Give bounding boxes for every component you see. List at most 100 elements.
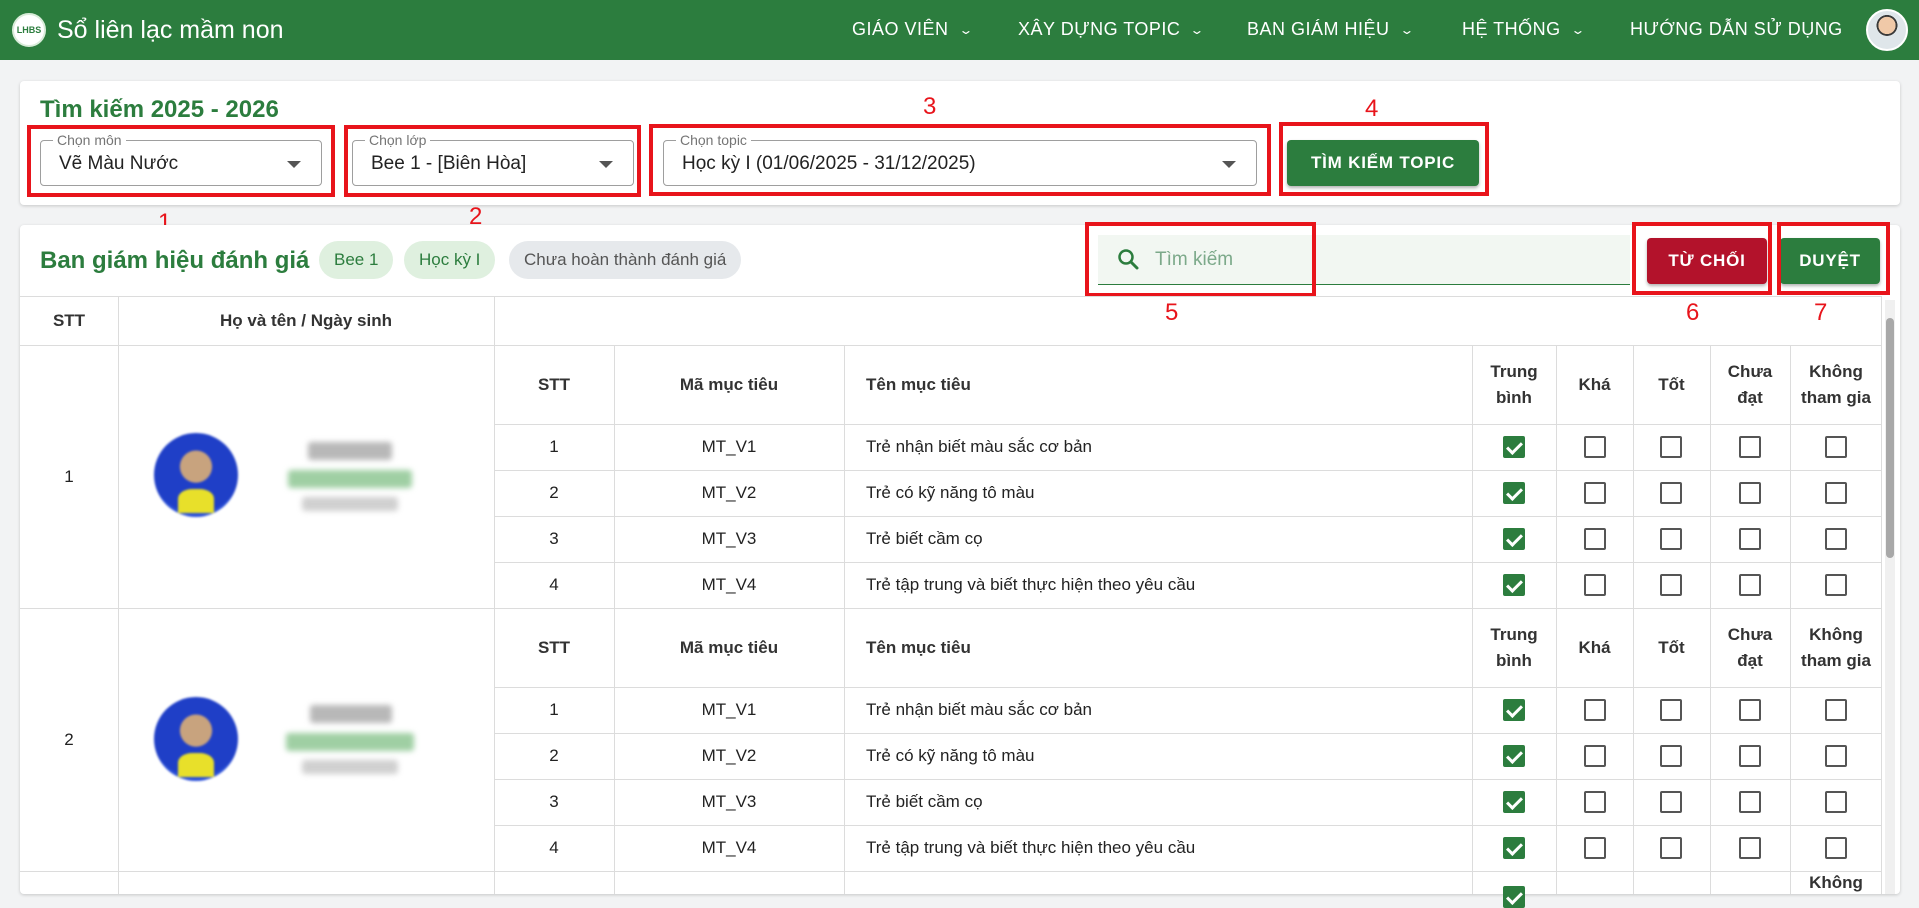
annotation-number-4: 4 [1365,95,1379,122]
level-header-not-achieved: Chưa đạt [1727,625,1773,670]
app-title[interactable]: Sổ liên lạc mầm non [57,16,284,45]
annotation-number-3: 3 [923,93,937,120]
checkbox-not-participated[interactable] [1825,574,1847,596]
checkbox-not-achieved[interactable] [1739,482,1761,504]
checkbox-not-participated[interactable] [1825,837,1847,859]
checkbox-fair[interactable] [1584,482,1606,504]
checkbox-average[interactable] [1503,482,1525,504]
checkbox-not-participated[interactable] [1825,791,1847,813]
checkbox-not-participated[interactable] [1825,745,1847,767]
checkbox-good[interactable] [1660,791,1682,813]
annotation-box-6 [1632,222,1772,295]
checkbox-not-participated[interactable] [1825,436,1847,458]
nav-xay-dung-topic[interactable]: XÂY DỰNG TOPIC ⌄ [1018,19,1206,40]
scrollbar-thumb[interactable] [1886,318,1894,558]
level-header-good: Tốt [1658,374,1685,394]
goal-code: MT_V1 [701,700,757,720]
app-logo[interactable]: LHBS [12,13,46,47]
checkbox-not-participated[interactable] [1825,482,1847,504]
chip-term: Học kỳ I [404,241,496,279]
checkbox-average[interactable] [1503,745,1525,767]
user-avatar[interactable] [1866,9,1908,51]
checkbox-fair[interactable] [1584,745,1606,767]
goal-code: MT_V1 [701,437,757,457]
goal-header-code: Mã mục tiêu [679,374,779,394]
checkbox-average[interactable] [1503,699,1525,721]
chevron-down-icon: ⌄ [957,22,974,37]
checkbox-not-achieved[interactable] [1739,745,1761,767]
student-name-blurred [288,470,412,488]
student-dob-blurred [302,760,398,774]
checkbox-average[interactable] [1503,528,1525,550]
chip-status: Chưa hoàn thành đánh giá [509,241,742,279]
checkbox-average[interactable] [1503,574,1525,596]
checkbox-fair[interactable] [1584,837,1606,859]
checkbox-good[interactable] [1660,482,1682,504]
student-photo [154,697,238,781]
level-header-average: Trung bình [1490,625,1538,670]
chevron-down-icon: ⌄ [1398,22,1415,37]
checkbox-good[interactable] [1660,745,1682,767]
header-student-name: Họ và tên / Ngày sinh [220,310,392,330]
annotation-box-3 [649,124,1271,196]
chevron-down-icon: ⌄ [1189,22,1206,37]
checkbox-not-participated[interactable] [1825,699,1847,721]
nav-huong-dan-su-dung[interactable]: HƯỚNG DẪN SỬ DỤNG [1630,19,1843,40]
nav-ban-giam-hieu[interactable]: BAN GIÁM HIỆU ⌄ [1247,19,1415,40]
checkbox-average[interactable] [1503,886,1525,908]
nav-he-thong[interactable]: HỆ THỐNG ⌄ [1462,19,1586,40]
checkbox-good[interactable] [1660,436,1682,458]
student-stt: 2 [64,729,74,749]
student-dob-blurred [302,497,398,511]
goal-stt: 2 [549,746,559,766]
nav-giao-vien[interactable]: GIÁO VIÊN ⌄ [852,19,974,40]
checkbox-good[interactable] [1660,837,1682,859]
checkbox-not-achieved[interactable] [1739,436,1761,458]
annotation-box-4 [1279,122,1489,196]
goal-stt: 2 [549,483,559,503]
annotation-box-7 [1777,222,1890,295]
goal-code: MT_V2 [701,483,757,503]
checkbox-good[interactable] [1660,699,1682,721]
checkbox-fair[interactable] [1584,528,1606,550]
goal-code: MT_V4 [701,838,757,858]
goal-header-stt: STT [537,374,571,394]
goal-code: MT_V4 [701,575,757,595]
goal-code: MT_V2 [701,746,757,766]
checkbox-fair[interactable] [1584,699,1606,721]
checkbox-good[interactable] [1660,528,1682,550]
checkbox-average[interactable] [1503,436,1525,458]
annotation-number-7: 7 [1814,299,1828,326]
checkbox-not-achieved[interactable] [1739,699,1761,721]
nav-label: XÂY DỰNG TOPIC [1018,19,1181,39]
goal-name: Trẻ nhận biết màu sắc cơ bản [866,437,1092,457]
student-code-blurred [308,442,392,460]
checkbox-fair[interactable] [1584,791,1606,813]
annotation-box-5 [1085,222,1316,297]
checkbox-not-achieved[interactable] [1739,528,1761,550]
student-name-blurred [286,733,414,751]
goal-code: MT_V3 [701,792,757,812]
checkbox-not-achieved[interactable] [1739,791,1761,813]
checkbox-average[interactable] [1503,791,1525,813]
level-header-not-participated: Không [1809,872,1863,892]
nav-label: GIÁO VIÊN [852,19,949,39]
chevron-down-icon: ⌄ [1570,22,1586,37]
checkbox-fair[interactable] [1584,574,1606,596]
goal-stt: 4 [549,838,559,858]
checkbox-average[interactable] [1503,837,1525,859]
goal-header-name: Tên mục tiêu [866,637,971,657]
evaluation-card-title: Ban giám hiệu đánh giá [40,247,310,274]
goal-name: Trẻ tập trung và biết thực hiện theo yêu… [866,838,1196,858]
checkbox-not-achieved[interactable] [1739,837,1761,859]
goal-name: Trẻ có kỹ năng tô màu [866,483,1035,503]
student-photo [154,433,238,517]
chip-class: Bee 1 [319,241,394,279]
checkbox-not-achieved[interactable] [1739,574,1761,596]
goal-name: Trẻ nhận biết màu sắc cơ bản [866,700,1092,720]
annotation-box-1 [27,125,335,197]
checkbox-good[interactable] [1660,574,1682,596]
goal-name: Trẻ biết cầm cọ [866,529,983,549]
checkbox-fair[interactable] [1584,436,1606,458]
checkbox-not-participated[interactable] [1825,528,1847,550]
